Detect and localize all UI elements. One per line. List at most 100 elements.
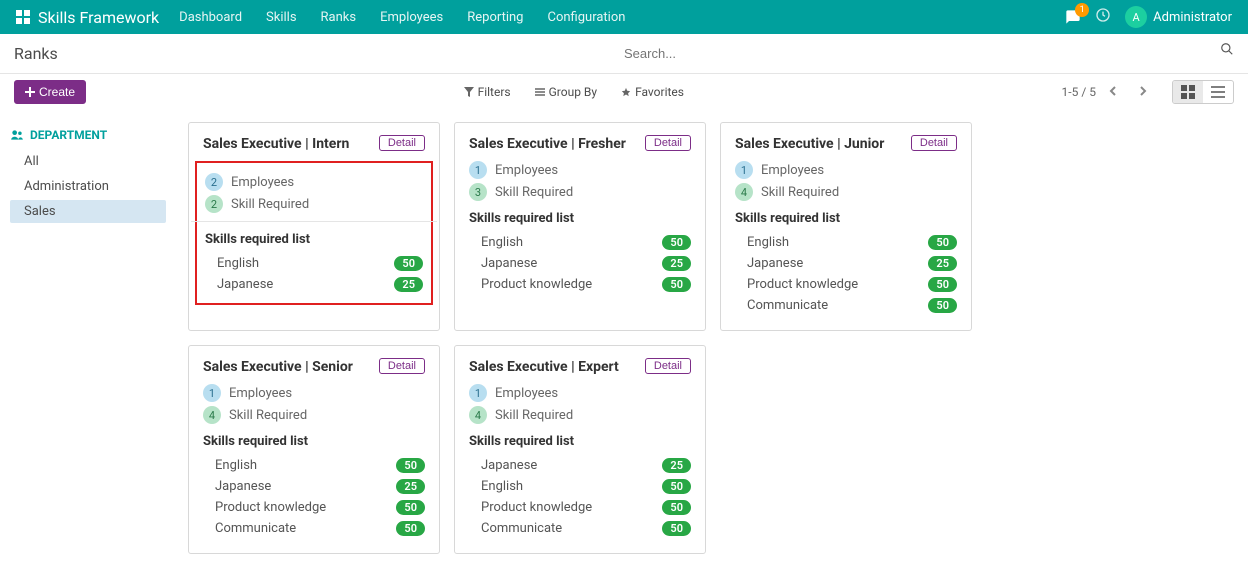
skill-required-stat: 4Skill Required <box>735 183 957 201</box>
list-icon <box>535 87 545 97</box>
detail-button[interactable]: Detail <box>379 358 425 374</box>
detail-button[interactable]: Detail <box>379 135 425 151</box>
skill-row: English 50 <box>469 476 691 497</box>
list-view-icon <box>1211 85 1225 99</box>
detail-button[interactable]: Detail <box>645 135 691 151</box>
clock-icon <box>1095 7 1111 23</box>
favorites-button[interactable]: Favorites <box>609 81 696 103</box>
skill-name: English <box>481 235 523 250</box>
user-menu[interactable]: A Administrator <box>1125 6 1232 28</box>
skill-required-label: Skill Required <box>229 408 307 423</box>
create-button[interactable]: Create <box>14 80 86 104</box>
chat-button[interactable]: 1 <box>1065 9 1081 25</box>
list-view-button[interactable] <box>1203 81 1233 103</box>
employees-count-badge: 1 <box>469 161 487 179</box>
detail-button[interactable]: Detail <box>911 135 957 151</box>
nav-item-employees[interactable]: Employees <box>380 10 443 25</box>
nav-item-ranks[interactable]: Ranks <box>321 10 357 25</box>
detail-button[interactable]: Detail <box>645 358 691 374</box>
main: DEPARTMENT AllAdministrationSales Sales … <box>0 116 1248 574</box>
filters-label: Filters <box>478 85 511 99</box>
nav-item-skills[interactable]: Skills <box>266 10 297 25</box>
chevron-right-icon <box>1138 86 1148 96</box>
employees-label: Employees <box>761 163 824 178</box>
apps-icon[interactable] <box>16 10 30 24</box>
employees-count-badge: 1 <box>469 384 487 402</box>
employees-stat: 1Employees <box>469 161 691 179</box>
department-item-administration[interactable]: Administration <box>10 175 166 198</box>
skill-row: English50 <box>205 253 423 274</box>
skill-value: 50 <box>396 458 425 473</box>
skill-value: 50 <box>928 298 957 313</box>
nav-item-configuration[interactable]: Configuration <box>547 10 625 25</box>
chevron-left-icon <box>1108 86 1118 96</box>
kanban-board: Sales Executive | InternDetail2Employees… <box>176 116 1248 574</box>
activity-button[interactable] <box>1095 7 1111 27</box>
page-next[interactable] <box>1130 81 1156 103</box>
skill-name: English <box>217 256 259 271</box>
skill-row: Product knowledge 50 <box>203 497 425 518</box>
skill-value: 25 <box>662 256 691 271</box>
skill-row: Product knowledge50 <box>469 497 691 518</box>
rank-card[interactable]: Sales Executive | ExpertDetail 1 Employees… <box>454 345 706 554</box>
skill-name: English <box>481 479 523 494</box>
skill-row: Product knowledge 50 <box>735 274 957 295</box>
skill-value: 50 <box>662 479 691 494</box>
skills-list-header: Skills required list <box>469 434 691 449</box>
skill-row: Product knowledge50 <box>469 274 691 295</box>
skill-name: English <box>215 458 257 473</box>
skill-required-stat: 4Skill Required <box>203 406 425 424</box>
search-icon[interactable] <box>1220 42 1234 65</box>
skill-required-label: Skill Required <box>231 197 309 212</box>
page-prev[interactable] <box>1100 81 1126 103</box>
skill-name: Product knowledge <box>747 277 858 292</box>
groupby-button[interactable]: Group By <box>523 81 609 103</box>
skill-value: 50 <box>928 235 957 250</box>
filterbar: Filters Group By Favorites <box>452 81 696 103</box>
skill-required-label: Skill Required <box>761 185 839 200</box>
skills-list-header: Skills required list <box>469 211 691 226</box>
skill-required-label: Skill Required <box>495 185 573 200</box>
employees-label: Employees <box>495 386 558 401</box>
card-header: Sales Executive | ExpertDetail <box>469 358 691 376</box>
rank-card[interactable]: Sales Executive | FresherDetail1Employee… <box>454 122 706 331</box>
employees-count-badge: 1 <box>203 384 221 402</box>
kanban-view-button[interactable] <box>1173 81 1203 103</box>
skills-list-header: Skills required list <box>203 434 425 449</box>
groupby-label: Group By <box>549 85 597 99</box>
avatar: A <box>1125 6 1147 28</box>
skill-value: 50 <box>662 235 691 250</box>
skills-list-header: Skills required list <box>735 211 957 226</box>
skill-name: Japanese <box>481 458 537 473</box>
skill-value: 50 <box>662 500 691 515</box>
nav-item-reporting[interactable]: Reporting <box>467 10 523 25</box>
skill-value: 50 <box>662 521 691 536</box>
skill-name: English <box>747 235 789 250</box>
rank-card[interactable]: Sales Executive | InternDetail2Employees… <box>188 122 440 331</box>
kanban-icon <box>1181 85 1195 99</box>
rank-card[interactable]: Sales Executive | SeniorDetail1Employees… <box>188 345 440 554</box>
skill-value: 50 <box>396 500 425 515</box>
skill-name: Japanese <box>747 256 803 271</box>
filters-button[interactable]: Filters <box>452 81 523 103</box>
rank-card[interactable]: Sales Executive | JuniorDetail1Employees… <box>720 122 972 331</box>
department-item-all[interactable]: All <box>10 150 166 173</box>
brand-title[interactable]: Skills Framework <box>38 8 159 27</box>
skill-name: Communicate <box>481 521 562 536</box>
nav-item-dashboard[interactable]: Dashboard <box>179 10 242 25</box>
funnel-icon <box>464 87 474 97</box>
skill-row: Japanese25 <box>469 455 691 476</box>
skill-name: Product knowledge <box>215 500 326 515</box>
employees-label: Employees <box>231 175 294 190</box>
employees-stat: 1Employees <box>203 384 425 402</box>
employees-count-badge: 1 <box>735 161 753 179</box>
skill-row: English 50 <box>203 455 425 476</box>
skill-row: Communicate50 <box>735 295 957 316</box>
skill-value: 50 <box>928 277 957 292</box>
search-input[interactable] <box>624 42 1220 65</box>
search-wrap <box>624 42 1234 65</box>
department-list: AllAdministrationSales <box>10 150 166 223</box>
department-item-sales[interactable]: Sales <box>10 200 166 223</box>
page-title: Ranks <box>14 44 58 63</box>
skill-name: Product knowledge <box>481 277 592 292</box>
